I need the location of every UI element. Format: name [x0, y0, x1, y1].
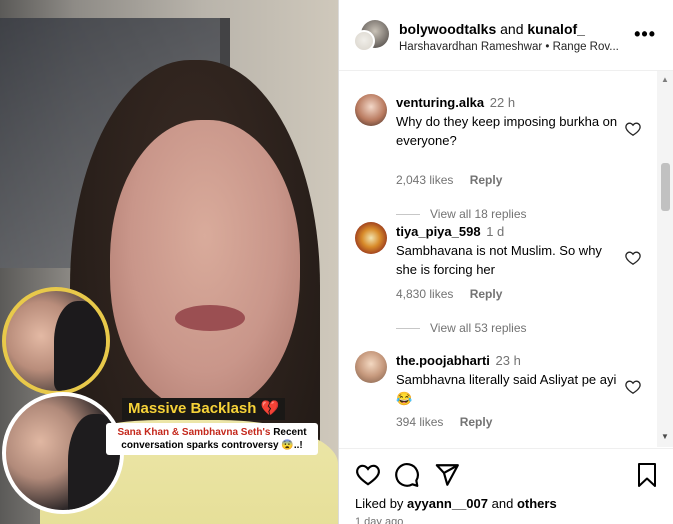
paper-plane-icon[interactable] — [434, 462, 460, 488]
comment-like-icon[interactable] — [625, 121, 641, 140]
liked-by-summary: Liked by ayyann__007 and others — [355, 496, 557, 511]
post-date[interactable]: 1 day ago — [355, 516, 403, 524]
authors-conjunction: and — [500, 21, 524, 37]
view-replies-label: View all 53 replies — [430, 321, 527, 335]
post-header: bolywoodtalks and kunalof_ Harshavardhan… — [339, 0, 673, 71]
commenter-avatar[interactable] — [355, 351, 387, 383]
liked-by-prefix: Liked by — [355, 496, 404, 511]
more-options-icon[interactable]: ••• — [634, 24, 656, 45]
liked-by-and: and — [491, 496, 514, 511]
comment-body: tiya_piya_598 1 d Sambhavana is not Musl… — [396, 222, 621, 279]
comment-time[interactable]: 22 h — [490, 95, 515, 110]
comment-body: venturing.alka 22 h Why do they keep imp… — [396, 93, 621, 150]
comment-reply-button[interactable]: Reply — [470, 173, 503, 187]
comment-meta: 4,830 likes Reply — [396, 287, 502, 301]
comment-meta: 394 likes Reply — [396, 415, 492, 429]
comment-likes[interactable]: 4,830 likes — [396, 287, 453, 301]
inset-photo-top — [2, 287, 110, 395]
commenter-username[interactable]: venturing.alka — [396, 95, 484, 110]
comment-body: the.poojabharti 23 h Sambhavna literally… — [396, 351, 621, 408]
comment-reply-button[interactable]: Reply — [470, 287, 503, 301]
post-side-panel: bolywoodtalks and kunalof_ Harshavardhan… — [338, 0, 673, 524]
commenter-avatar[interactable] — [355, 222, 387, 254]
comment-likes[interactable]: 2,043 likes — [396, 173, 453, 187]
commenter-username[interactable]: tiya_piya_598 — [396, 224, 481, 239]
comment-meta: 2,043 likes Reply — [396, 173, 502, 187]
comment-like-icon[interactable] — [625, 250, 641, 269]
comment-text: Why do they keep imposing burkha on ever… — [396, 114, 618, 148]
post-authors: bolywoodtalks and kunalof_ — [399, 21, 585, 37]
comment-like-icon[interactable] — [625, 379, 641, 398]
comment-text: Sambhavana is not Muslim. So why she is … — [396, 243, 602, 277]
coauthor-avatar[interactable] — [353, 30, 375, 52]
heart-outline-icon[interactable] — [355, 462, 381, 488]
commenter-avatar[interactable] — [355, 94, 387, 126]
media-subheadline: Sana Khan & Sambhavna Seth's Recent conv… — [106, 423, 318, 455]
scrollbar-thumb[interactable] — [661, 163, 670, 211]
comment-reply-button[interactable]: Reply — [460, 415, 493, 429]
view-replies-label: View all 18 replies — [430, 207, 527, 221]
person-lips — [175, 305, 245, 331]
comment-likes[interactable]: 394 likes — [396, 415, 443, 429]
liked-by-others[interactable]: others — [517, 496, 557, 511]
post-actions-bar — [339, 448, 673, 524]
replies-divider — [396, 214, 420, 216]
comments-scrollbar[interactable]: ▲ ▼ — [657, 71, 673, 447]
post-media[interactable]: Massive Backlash 💔 Sana Khan & Sambhavna… — [0, 0, 338, 524]
media-headline: Massive Backlash 💔 — [122, 398, 286, 420]
speech-bubble-icon[interactable] — [394, 462, 420, 488]
media-subheadline-highlight: Sana Khan & Sambhavna Seth's — [117, 427, 271, 438]
comment-time[interactable]: 23 h — [496, 353, 521, 368]
comment-text: Sambhavna literally said Asliyat pe ayi😂 — [396, 372, 617, 406]
scroll-up-arrow-icon[interactable]: ▲ — [661, 75, 669, 84]
person-face — [110, 120, 300, 410]
comment-time[interactable]: 1 d — [486, 224, 504, 239]
bookmark-icon[interactable] — [635, 462, 661, 488]
view-replies-button[interactable]: View all 18 replies — [396, 207, 527, 221]
scroll-down-arrow-icon[interactable]: ▼ — [661, 432, 669, 441]
replies-divider — [396, 328, 420, 330]
view-replies-button[interactable]: View all 53 replies — [396, 321, 527, 335]
post-subtitle[interactable]: Harshavardhan Rameshwar • Range Rov... — [399, 41, 619, 53]
author-link[interactable]: bolywoodtalks — [399, 21, 496, 37]
commenter-username[interactable]: the.poojabharti — [396, 353, 490, 368]
liked-by-user[interactable]: ayyann__007 — [407, 496, 488, 511]
comments-list: venturing.alka 22 h Why do they keep imp… — [339, 72, 673, 448]
coauthor-link[interactable]: kunalof_ — [527, 21, 585, 37]
